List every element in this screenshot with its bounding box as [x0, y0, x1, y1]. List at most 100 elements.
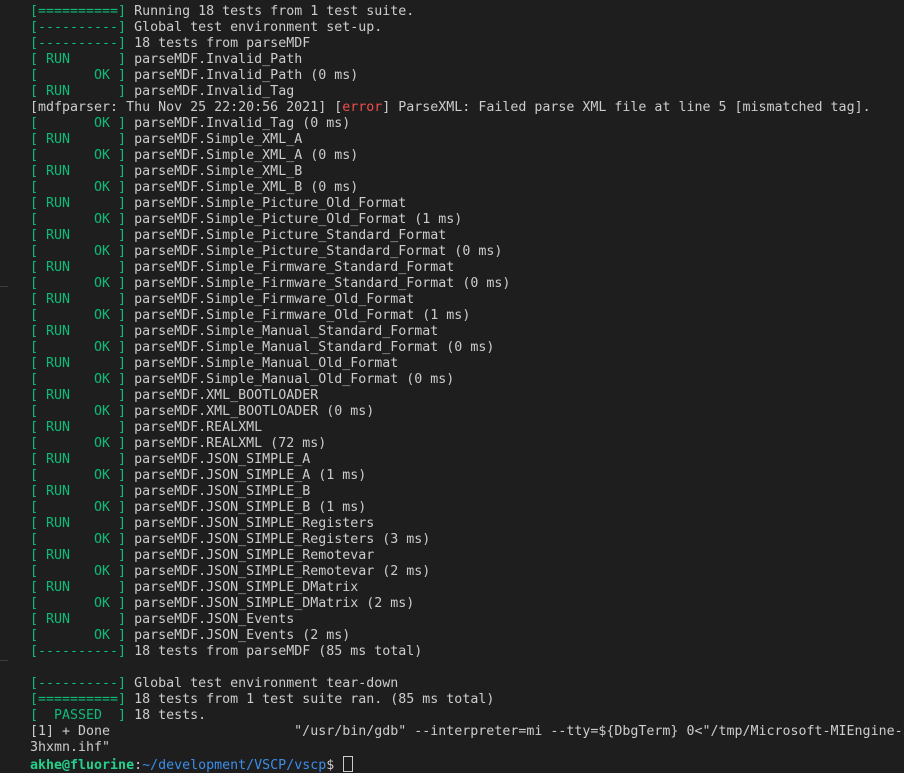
test-output-text: parseMDF.Simple_Picture_Old_Format: [134, 196, 407, 211]
terminal-line: [ RUN ] parseMDF.Simple_Manual_Old_Forma…: [30, 356, 904, 372]
test-status-tag: [==========]: [30, 4, 127, 19]
test-output-text: 18 tests.: [134, 708, 207, 723]
test-status-tag: [ OK ]: [30, 180, 127, 195]
test-status-tag: [----------]: [30, 644, 127, 659]
terminal-line: [ PASSED ] 18 tests.: [30, 708, 904, 724]
terminal-line: [ OK ] parseMDF.Invalid_Path (0 ms): [30, 68, 904, 84]
test-status-tag: [ RUN ]: [30, 580, 127, 595]
test-status-tag: [ RUN ]: [30, 164, 127, 179]
test-output-text: parseMDF.Simple_Picture_Standard_Format …: [134, 244, 503, 259]
terminal-line: 3hxmn.ihf": [30, 740, 904, 756]
terminal-line: [ RUN ] parseMDF.Invalid_Path: [30, 52, 904, 68]
test-status-tag: [----------]: [30, 36, 127, 51]
test-output-text: Global test environment tear-down: [134, 676, 399, 691]
test-status-tag: [ RUN ]: [30, 356, 127, 371]
terminal-text: 3hxmn.ihf": [30, 740, 111, 755]
test-status-tag: [ RUN ]: [30, 292, 127, 307]
terminal-cursor[interactable]: [343, 756, 354, 772]
terminal-line: [ OK ] parseMDF.JSON_SIMPLE_A (1 ms): [30, 468, 904, 484]
test-status-tag: [==========]: [30, 692, 127, 707]
test-output-text: parseMDF.Simple_Picture_Old_Format (1 ms…: [134, 212, 463, 227]
terminal-line: [==========] 18 tests from 1 test suite …: [30, 692, 904, 708]
test-output-text: parseMDF.Simple_Manual_Old_Format (0 ms): [134, 372, 455, 387]
test-status-tag: [ OK ]: [30, 308, 127, 323]
terminal-line: [ OK ] parseMDF.XML_BOOTLOADER (0 ms): [30, 404, 904, 420]
test-status-tag: [ RUN ]: [30, 452, 127, 467]
test-output-text: parseMDF.Simple_Firmware_Standard_Format: [134, 260, 455, 275]
test-status-tag: [----------]: [30, 676, 127, 691]
test-output-text: parseMDF.Invalid_Path (0 ms): [134, 68, 359, 83]
test-status-tag: [ OK ]: [30, 532, 127, 547]
test-output-text: parseMDF.Simple_XML_B: [134, 164, 303, 179]
test-status-tag: [ RUN ]: [30, 420, 127, 435]
test-output-text: parseMDF.JSON_Events: [134, 612, 295, 627]
test-status-tag: [ RUN ]: [30, 132, 127, 147]
test-output-text: 18 tests from parseMDF: [134, 36, 311, 51]
terminal-line: [ RUN ] parseMDF.Simple_XML_A: [30, 132, 904, 148]
test-status-tag: [ OK ]: [30, 628, 127, 643]
test-status-tag: [ OK ]: [30, 340, 127, 355]
test-status-tag: [ RUN ]: [30, 196, 127, 211]
terminal-line: [mdfparser: Thu Nov 25 22:20:56 2021] [e…: [30, 100, 904, 116]
terminal-line: [ RUN ] parseMDF.Simple_XML_B: [30, 164, 904, 180]
gutter-marker: [0, 660, 8, 661]
test-output-text: parseMDF.Simple_Firmware_Standard_Format…: [134, 276, 511, 291]
test-output-text: parseMDF.Simple_Manual_Standard_Format: [134, 324, 439, 339]
test-output-text: parseMDF.Invalid_Path: [134, 52, 303, 67]
test-output-text: parseMDF.JSON_SIMPLE_DMatrix (2 ms): [134, 596, 415, 611]
log-prefix: [mdfparser: Thu Nov 25 22:20:56 2021] [: [30, 100, 343, 115]
test-output-text: parseMDF.Invalid_Tag: [134, 84, 295, 99]
test-output-text: Global test environment set-up.: [134, 20, 383, 35]
terminal-gutter: [0, 0, 12, 773]
terminal-line: [ RUN ] parseMDF.REALXML: [30, 420, 904, 436]
test-output-text: parseMDF.Simple_XML_B (0 ms): [134, 180, 359, 195]
test-output-text: parseMDF.JSON_SIMPLE_B: [134, 484, 311, 499]
terminal-line: [ RUN ] parseMDF.Simple_Firmware_Old_For…: [30, 292, 904, 308]
terminal-line: [----------] 18 tests from parseMDF (85 …: [30, 644, 904, 660]
test-output-text: parseMDF.REALXML: [134, 420, 263, 435]
error-label: error: [342, 100, 383, 115]
terminal-line: [ OK ] parseMDF.Simple_XML_A (0 ms): [30, 148, 904, 164]
terminal-line: [ OK ] parseMDF.Simple_Firmware_Old_Form…: [30, 308, 904, 324]
test-status-tag: [ RUN ]: [30, 260, 127, 275]
test-output-text: parseMDF.Invalid_Tag (0 ms): [134, 116, 351, 131]
test-output-text: parseMDF.JSON_SIMPLE_A (1 ms): [134, 468, 367, 483]
test-output-text: parseMDF.JSON_SIMPLE_Registers (3 ms): [134, 532, 431, 547]
terminal-line: [ RUN ] parseMDF.Simple_Picture_Old_Form…: [30, 196, 904, 212]
test-status-tag: [ OK ]: [30, 468, 127, 483]
terminal-output[interactable]: [==========] Running 18 tests from 1 tes…: [30, 4, 904, 773]
shell-prompt[interactable]: akhe@fluorine:~/development/VSCP/vscp$: [30, 756, 904, 772]
test-output-text: parseMDF.JSON_SIMPLE_B (1 ms): [134, 500, 367, 515]
test-output-text: 18 tests from 1 test suite ran. (85 ms t…: [134, 692, 495, 707]
test-status-tag: [ OK ]: [30, 244, 127, 259]
test-output-text: parseMDF.JSON_SIMPLE_Remotevar (2 ms): [134, 564, 431, 579]
test-status-tag: [ RUN ]: [30, 324, 127, 339]
terminal-line: [----------] Global test environment set…: [30, 20, 904, 36]
terminal-line: [ OK ] parseMDF.Invalid_Tag (0 ms): [30, 116, 904, 132]
test-output-text: parseMDF.JSON_SIMPLE_Registers: [134, 516, 375, 531]
test-status-tag: [ OK ]: [30, 404, 127, 419]
terminal-line: [ OK ] parseMDF.JSON_SIMPLE_B (1 ms): [30, 500, 904, 516]
terminal-line: [ OK ] parseMDF.Simple_Firmware_Standard…: [30, 276, 904, 292]
terminal-line: [ RUN ] parseMDF.Invalid_Tag: [30, 84, 904, 100]
gutter-marker: [0, 286, 8, 287]
prompt-path: ~/development/VSCP/vscp: [142, 758, 327, 772]
test-output-text: parseMDF.REALXML (72 ms): [134, 436, 327, 451]
terminal-line: [ OK ] parseMDF.REALXML (72 ms): [30, 436, 904, 452]
prompt-user-host: akhe@fluorine: [30, 758, 135, 772]
test-status-tag: [ OK ]: [30, 148, 127, 163]
terminal-line: [ RUN ] parseMDF.Simple_Firmware_Standar…: [30, 260, 904, 276]
test-output-text: parseMDF.JSON_SIMPLE_A: [134, 452, 311, 467]
test-status-tag: [ RUN ]: [30, 84, 127, 99]
terminal-line: [ OK ] parseMDF.Simple_Manual_Standard_F…: [30, 340, 904, 356]
test-output-text: parseMDF.JSON_Events (2 ms): [134, 628, 351, 643]
terminal-line: [ OK ] parseMDF.Simple_XML_B (0 ms): [30, 180, 904, 196]
test-status-tag: [ PASSED ]: [30, 708, 127, 723]
test-output-text: parseMDF.XML_BOOTLOADER: [134, 388, 319, 403]
test-status-tag: [ RUN ]: [30, 228, 127, 243]
terminal-line: [ RUN ] parseMDF.JSON_SIMPLE_A: [30, 452, 904, 468]
test-status-tag: [ OK ]: [30, 372, 127, 387]
test-status-tag: [ OK ]: [30, 276, 127, 291]
terminal-text: [1] + Done "/usr/bin/gdb" --interpreter=…: [30, 724, 904, 739]
